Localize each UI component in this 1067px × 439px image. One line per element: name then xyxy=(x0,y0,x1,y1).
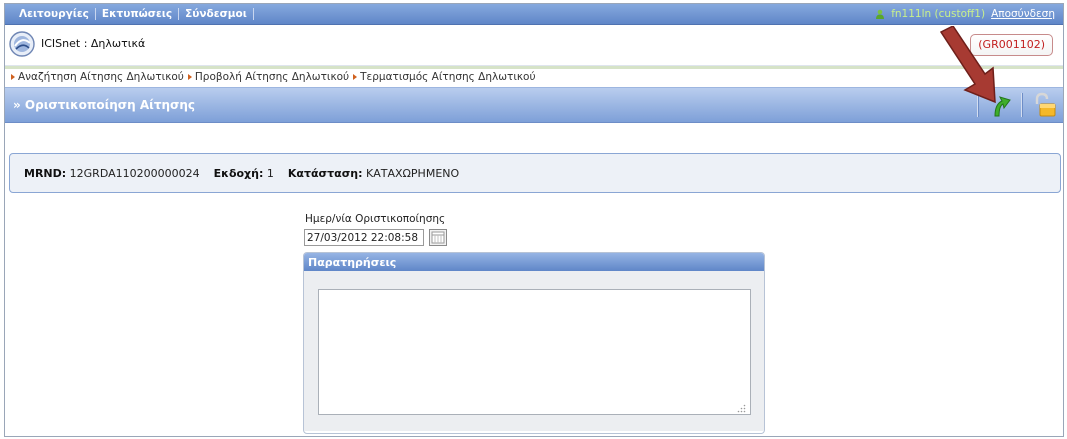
menu-functions[interactable]: Λειτουργίες xyxy=(13,8,95,20)
menu-links[interactable]: Σύνδεσμοι xyxy=(179,8,253,20)
resize-grip-icon[interactable] xyxy=(736,403,746,413)
menu-prints[interactable]: Εκτυπώσεις xyxy=(96,8,178,20)
app-title: ICISnet : Δηλωτικά xyxy=(41,37,146,50)
remarks-body xyxy=(304,271,764,431)
version-value: 1 xyxy=(266,166,274,180)
section-header: » Οριστικοποίηση Αίτησης xyxy=(5,87,1063,123)
remarks-title: Παρατηρήσεις xyxy=(308,256,397,269)
breadcrumb-view-application[interactable]: Προβολή Αίτησης Δηλωτικού xyxy=(187,70,350,83)
remarks-header: Παρατηρήσεις xyxy=(304,253,764,271)
version-label: Εκδοχή: xyxy=(213,166,264,180)
top-menu-bar: Λειτουργίες Εκτυπώσεις Σύνδεσμοι fn111ln… xyxy=(5,4,1063,25)
breadcrumb: Αναζήτηση Αίτησης Δηλωτικού Προβολή Αίτη… xyxy=(5,66,1063,84)
status-value: ΚΑΤΑΧΩΡΗΜΕΝΟ xyxy=(366,166,460,180)
calendar-icon[interactable] xyxy=(429,229,447,246)
icisnet-logo-icon xyxy=(9,31,35,57)
user-box: fn111ln (custoff1) Αποσύνδεση xyxy=(875,4,1055,24)
username: fn111ln (custoff1) xyxy=(891,8,986,20)
green-up-arrow-icon[interactable] xyxy=(987,92,1013,118)
logout-link[interactable]: Αποσύνδεση xyxy=(991,8,1055,20)
user-icon xyxy=(876,9,885,19)
breadcrumb-label: Προβολή Αίτησης Δηλωτικού xyxy=(194,70,350,83)
menu-separator xyxy=(252,8,254,20)
mrnd-label: MRND: xyxy=(24,166,67,180)
app-window: Λειτουργίες Εκτυπώσεις Σύνδεσμοι fn111ln… xyxy=(4,3,1064,437)
office-code-button[interactable]: (GR001102) xyxy=(970,34,1053,56)
toolbar-separator xyxy=(1021,93,1023,117)
breadcrumb-arrow-icon xyxy=(187,73,192,80)
breadcrumb-label: Τερματισμός Αίτησης Δηλωτικού xyxy=(360,70,536,83)
main-menu: Λειτουργίες Εκτυπώσεις Σύνδεσμοι xyxy=(13,4,254,24)
breadcrumb-arrow-icon xyxy=(11,73,15,80)
breadcrumb-arrow-icon xyxy=(353,73,358,80)
remarks-textarea[interactable] xyxy=(318,289,751,415)
finalization-date-label: Ημερ/νία Οριστικοποίησης xyxy=(305,213,446,225)
status-label: Κατάσταση: xyxy=(287,166,363,180)
toolbar xyxy=(977,92,1057,118)
toolbar-separator xyxy=(977,93,979,117)
page-title: » Οριστικοποίηση Αίτησης xyxy=(13,98,196,112)
remarks-panel: Παρατηρήσεις xyxy=(303,252,765,434)
finalization-date-field[interactable] xyxy=(304,229,424,246)
breadcrumb-search-application[interactable]: Αναζήτηση Αίτησης Δηλωτικού xyxy=(11,71,184,83)
mrnd-value: 12GRDA110200000024 xyxy=(69,166,200,180)
breadcrumb-label: Αναζήτηση Αίτησης Δηλωτικού xyxy=(18,70,184,83)
application-info-panel: MRND: 12GRDA110200000024 Εκδοχή: 1 Κατάσ… xyxy=(9,153,1061,193)
unlock-icon[interactable] xyxy=(1031,92,1057,118)
breadcrumb-terminate-application[interactable]: Τερματισμός Αίτησης Δηλωτικού xyxy=(353,70,536,83)
app-header: ICISnet : Δηλωτικά (GR001102) xyxy=(5,25,1063,66)
